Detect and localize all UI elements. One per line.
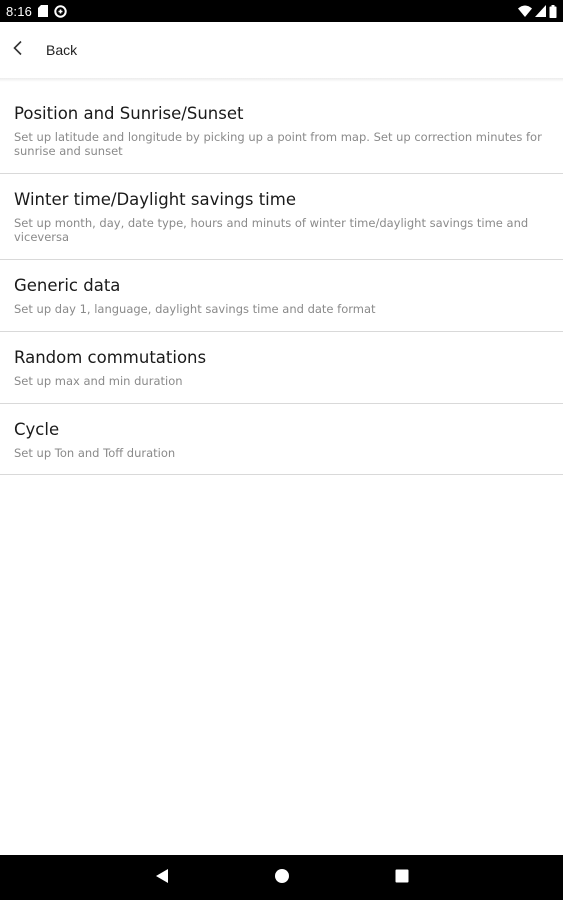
- nav-recents-button[interactable]: [372, 855, 432, 900]
- data-saver-icon: [54, 4, 67, 18]
- settings-item-description: Set up month, day, date type, hours and …: [14, 216, 529, 244]
- settings-item-title: Random commutations: [14, 348, 207, 367]
- navigation-bar: [0, 855, 563, 900]
- recents-square-icon: [395, 868, 409, 887]
- settings-item-cycle[interactable]: Cycle Set up Ton and Toff duration: [0, 404, 563, 475]
- home-circle-icon: [274, 868, 290, 888]
- wifi-icon: [518, 5, 532, 17]
- settings-item-description: Set up day 1, language, daylight savings…: [14, 302, 376, 316]
- battery-icon: [549, 4, 557, 18]
- back-button[interactable]: Back: [0, 26, 89, 74]
- settings-item-title: Winter time/Daylight savings time: [14, 190, 296, 209]
- settings-item-description: Set up max and min duration: [14, 374, 183, 388]
- settings-item-position-sunrise-sunset[interactable]: Position and Sunrise/Sunset Set up latit…: [0, 82, 563, 174]
- settings-item-title: Generic data: [14, 276, 121, 295]
- status-left: 8:16: [6, 4, 67, 19]
- settings-item-generic-data[interactable]: Generic data Set up day 1, language, day…: [0, 260, 563, 332]
- status-right: [518, 4, 557, 18]
- back-triangle-icon: [155, 868, 169, 888]
- nav-home-button[interactable]: [252, 855, 312, 900]
- settings-item-random-commutations[interactable]: Random commutations Set up max and min d…: [0, 332, 563, 404]
- settings-item-winter-daylight-time[interactable]: Winter time/Daylight savings time Set up…: [0, 174, 563, 260]
- back-label: Back: [46, 42, 78, 58]
- settings-item-description: Set up Ton and Toff duration: [14, 446, 176, 460]
- settings-item-title: Position and Sunrise/Sunset: [14, 104, 244, 123]
- settings-item-title: Cycle: [14, 420, 60, 439]
- status-bar: 8:16: [0, 0, 563, 22]
- cell-signal-icon: [535, 5, 546, 17]
- app-bar: Back: [0, 22, 563, 78]
- settings-item-description: Set up latitude and longitude by picking…: [14, 130, 542, 158]
- settings-list: Position and Sunrise/Sunset Set up latit…: [0, 82, 563, 475]
- sd-card-icon: [38, 5, 49, 17]
- nav-back-button[interactable]: [132, 855, 192, 900]
- status-time: 8:16: [6, 3, 33, 19]
- chevron-left-icon: [10, 40, 46, 60]
